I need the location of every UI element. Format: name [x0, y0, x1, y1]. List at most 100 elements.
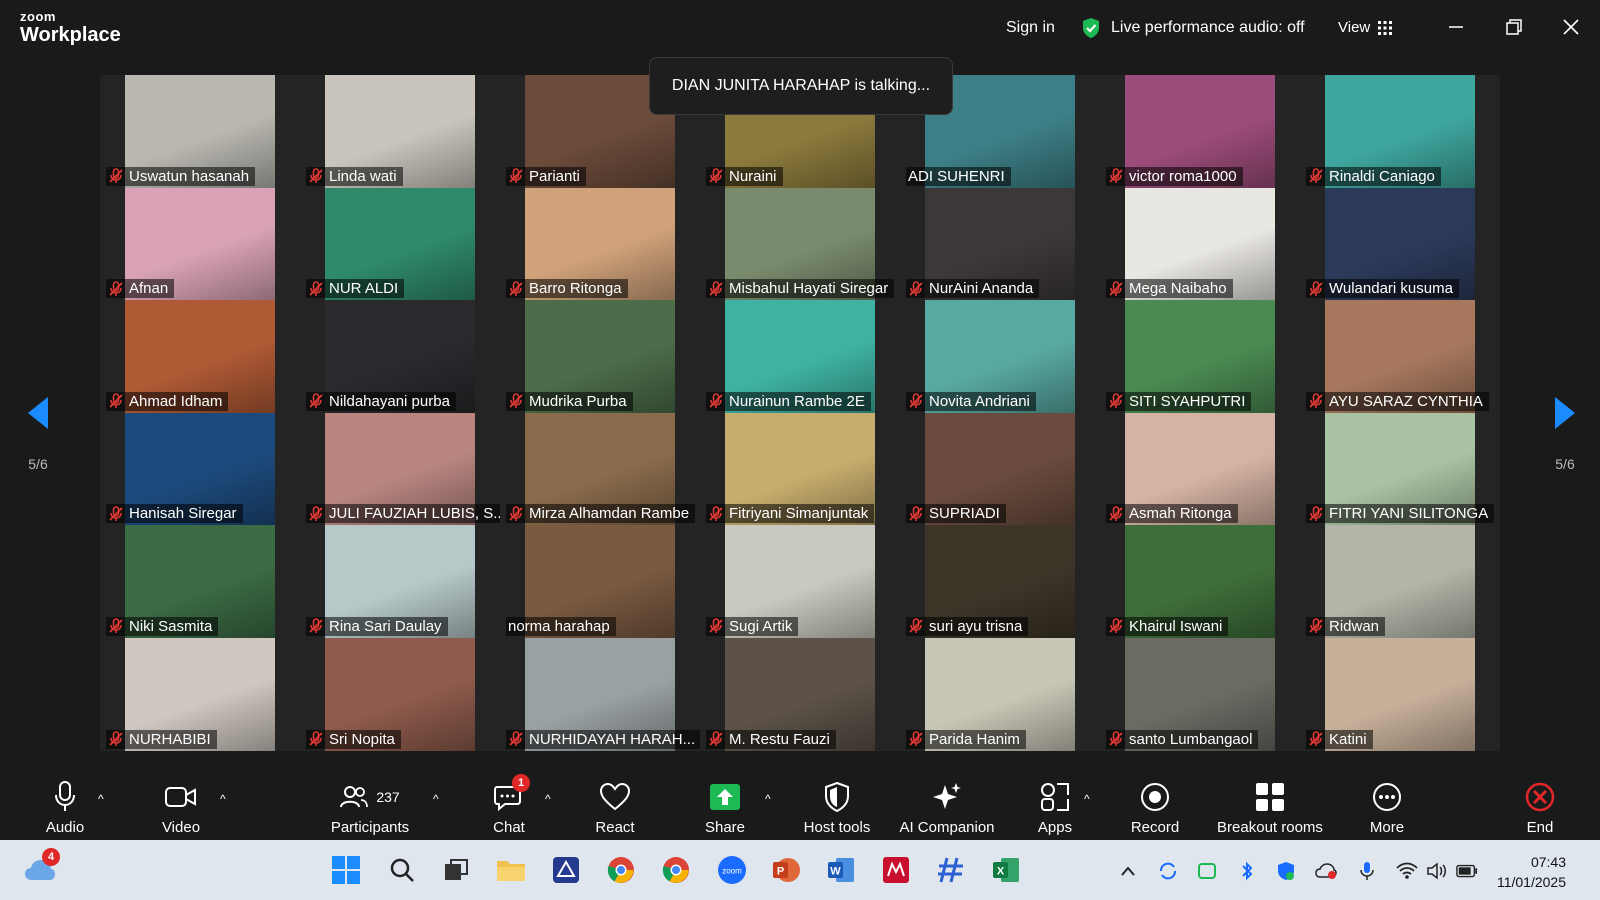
- participant-tile[interactable]: Nurainun Rambe 2E: [700, 300, 900, 413]
- cloud-off-icon[interactable]: [1315, 860, 1337, 882]
- view-button[interactable]: View: [1338, 0, 1393, 55]
- participant-name-tag: Asmah Ritonga: [1106, 504, 1238, 524]
- participant-tile[interactable]: Rina Sari Daulay: [300, 525, 500, 638]
- breakout-rooms-button[interactable]: Breakout rooms: [1211, 766, 1329, 840]
- participant-tile[interactable]: Afnan: [100, 187, 300, 301]
- sign-in-link[interactable]: Sign in: [1006, 0, 1055, 55]
- participant-tile[interactable]: Mudrika Purba: [500, 300, 700, 413]
- sync-icon[interactable]: [1157, 860, 1179, 882]
- participant-tile[interactable]: JULI FAUZIAH LUBIS, S...: [300, 412, 500, 526]
- participant-tile[interactable]: Sugi Artik: [700, 525, 900, 638]
- task-view-button[interactable]: [440, 854, 472, 886]
- participant-tile[interactable]: santo Lumbangaol: [1100, 637, 1300, 751]
- chat-options-caret-icon[interactable]: ^: [545, 792, 557, 806]
- chrome-button[interactable]: [660, 854, 692, 886]
- participant-tile[interactable]: Ahmad Idham: [100, 300, 300, 413]
- weather-widget[interactable]: 4: [24, 848, 60, 886]
- participant-tile[interactable]: SUPRIADI: [900, 412, 1100, 526]
- apps-button[interactable]: Apps: [1030, 766, 1080, 840]
- participant-tile[interactable]: Hanisah Siregar: [100, 412, 300, 526]
- video-button[interactable]: Video: [155, 766, 207, 840]
- live-audio-status[interactable]: Live performance audio: off: [1081, 0, 1305, 55]
- participant-tile[interactable]: Mirza Alhamdan Rambe: [500, 412, 700, 526]
- participant-tile[interactable]: Mega Naibaho: [1100, 187, 1300, 301]
- participant-name-tag: Wulandari kusuma: [1306, 279, 1459, 299]
- tray-overflow-chevron-icon[interactable]: [1117, 860, 1139, 882]
- audio-button[interactable]: Audio: [40, 766, 90, 840]
- meet-tray-icon[interactable]: [1196, 860, 1218, 882]
- participant-tile[interactable]: M. Restu Fauzi: [700, 637, 900, 751]
- close-button[interactable]: [1553, 10, 1589, 44]
- volume-icon[interactable]: [1426, 860, 1448, 882]
- system-clock[interactable]: 07:43 11/01/2025: [1497, 852, 1566, 892]
- participant-tile[interactable]: suri ayu trisna: [900, 525, 1100, 638]
- pdf-app-button[interactable]: [880, 854, 912, 886]
- participants-options-caret-icon[interactable]: ^: [433, 792, 445, 806]
- microphone-tray-icon[interactable]: [1356, 860, 1378, 882]
- end-meeting-button[interactable]: End: [1520, 766, 1560, 840]
- battery-icon[interactable]: [1456, 860, 1478, 882]
- participants-button[interactable]: 237 Participants: [325, 766, 415, 840]
- share-button[interactable]: Share: [700, 766, 750, 840]
- video-options-caret-icon[interactable]: ^: [220, 792, 232, 806]
- share-options-caret-icon[interactable]: ^: [765, 792, 777, 806]
- participant-tile[interactable]: Khairul Iswani: [1100, 525, 1300, 638]
- next-page-button[interactable]: 5/6: [1545, 395, 1585, 472]
- participant-tile[interactable]: NUR ALDI: [300, 187, 500, 301]
- participant-tile[interactable]: Nildahayani purba: [300, 300, 500, 413]
- participant-tile[interactable]: victor roma1000: [1100, 75, 1300, 188]
- editor-app-button[interactable]: [935, 854, 967, 886]
- participant-tile[interactable]: Misbahul Hayati Siregar: [700, 187, 900, 301]
- minimize-button[interactable]: [1438, 10, 1474, 44]
- participant-tile[interactable]: Novita Andriani: [900, 300, 1100, 413]
- ai-companion-button[interactable]: AI Companion: [895, 766, 999, 840]
- participant-name: Barro Ritonga: [529, 280, 622, 298]
- excel-button[interactable]: X: [990, 854, 1022, 886]
- powerpoint-button[interactable]: P: [770, 854, 802, 886]
- participant-tile[interactable]: Barro Ritonga: [500, 187, 700, 301]
- participant-tile[interactable]: Ridwan: [1300, 525, 1500, 638]
- security-shield-icon[interactable]: [1275, 860, 1297, 882]
- record-button[interactable]: Record: [1127, 766, 1183, 840]
- host-tools-button[interactable]: Host tools: [795, 766, 879, 840]
- bluetooth-icon[interactable]: [1236, 860, 1258, 882]
- participant-tile[interactable]: Asmah Ritonga: [1100, 412, 1300, 526]
- taskbar-search-button[interactable]: [386, 854, 418, 886]
- participant-tile[interactable]: Niki Sasmita: [100, 525, 300, 638]
- participant-tile[interactable]: NURHABIBI: [100, 637, 300, 751]
- participant-name-tag: Mega Naibaho: [1106, 279, 1233, 299]
- participant-tile[interactable]: NurAini Ananda: [900, 187, 1100, 301]
- participant-name: Nuraini: [729, 167, 777, 185]
- participant-tile[interactable]: Uswatun hasanah: [100, 75, 300, 188]
- participant-tile[interactable]: Katini: [1300, 637, 1500, 751]
- participant-tile[interactable]: norma harahap: [500, 525, 700, 638]
- apps-options-caret-icon[interactable]: ^: [1084, 792, 1096, 806]
- participant-tile[interactable]: Fitriyani Simanjuntak: [700, 412, 900, 526]
- wifi-icon[interactable]: [1396, 860, 1418, 882]
- participant-tile[interactable]: AYU SARAZ CYNTHIA: [1300, 300, 1500, 413]
- restore-button[interactable]: [1496, 10, 1532, 44]
- more-button[interactable]: More: [1362, 766, 1412, 840]
- participant-tile[interactable]: Parida Hanim: [900, 637, 1100, 751]
- file-explorer-button[interactable]: [495, 854, 527, 886]
- participant-tile[interactable]: FITRI YANI SILITONGA: [1300, 412, 1500, 526]
- breakout-rooms-icon: [1256, 783, 1284, 811]
- chat-button[interactable]: 1 Chat: [488, 766, 530, 840]
- participant-tile[interactable]: Linda wati: [300, 75, 500, 188]
- word-button[interactable]: W: [825, 854, 857, 886]
- participant-tile[interactable]: Rinaldi Caniago: [1300, 75, 1500, 188]
- sparkle-icon: [933, 783, 961, 809]
- participant-tile[interactable]: Wulandari kusuma: [1300, 187, 1500, 301]
- participant-tile[interactable]: SITI SYAHPUTRI: [1100, 300, 1300, 413]
- audio-options-caret-icon[interactable]: ^: [98, 792, 110, 806]
- title-bar: zoom Workplace Sign in Live performance …: [0, 0, 1600, 55]
- zoom-app-button[interactable]: zoom: [716, 854, 748, 886]
- react-button[interactable]: React: [588, 766, 642, 840]
- chrome-profile-button[interactable]: [605, 854, 637, 886]
- participant-name-tag: Afnan: [106, 279, 175, 299]
- start-button[interactable]: [330, 854, 362, 886]
- participant-tile[interactable]: NURHIDAYAH HARAH...: [500, 637, 700, 751]
- previous-page-button[interactable]: 5/6: [18, 395, 58, 472]
- participant-tile[interactable]: Sri Nopita: [300, 637, 500, 751]
- store-app-button[interactable]: [550, 854, 582, 886]
